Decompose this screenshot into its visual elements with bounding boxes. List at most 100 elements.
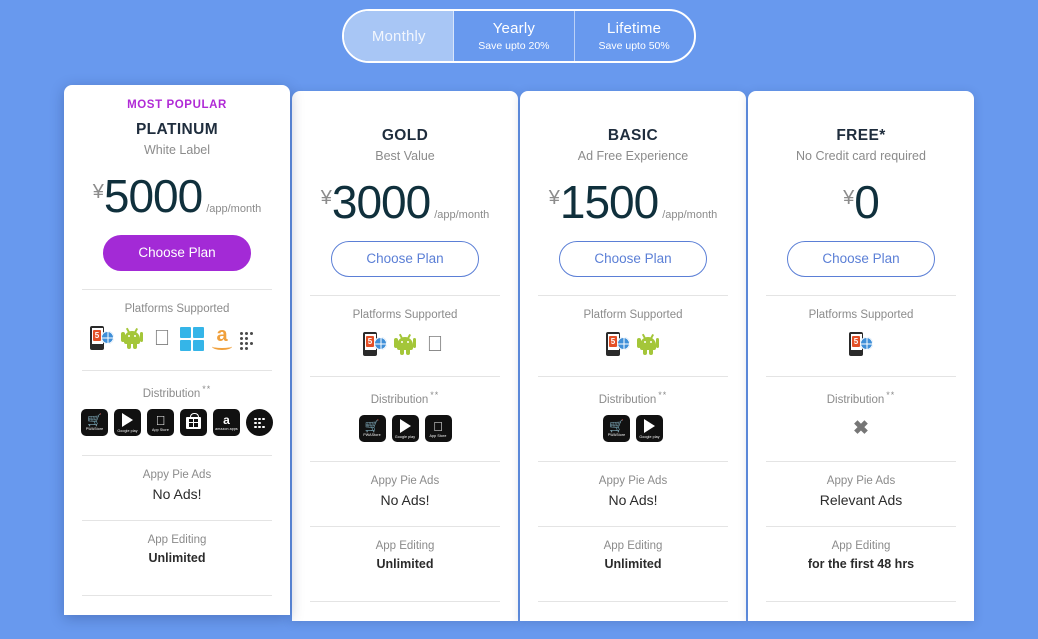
appy-pie-ads-label: Appy Pie Ads — [826, 474, 896, 487]
divider — [766, 460, 956, 462]
currency-symbol: ¥ — [843, 187, 855, 209]
app-store-badge: App Store — [147, 409, 174, 437]
distribution-icon-row: 🛒PWAStoreGoogle playApp Store aamazon ap… — [80, 409, 274, 437]
divider — [310, 295, 500, 296]
price-amount: 1500 — [559, 176, 659, 228]
billing-option-yearly[interactable]: Yearly Save upto 20% — [454, 11, 575, 61]
no-distribution-cross-icon: ✖ — [853, 417, 869, 439]
price-row: ¥0 — [764, 175, 958, 229]
price-period: /app/month — [662, 209, 718, 221]
currency-symbol: ¥ — [548, 187, 560, 209]
divider — [82, 454, 272, 456]
google-play-badge: Google play — [391, 415, 419, 443]
billing-option-label: Yearly — [492, 20, 536, 37]
distribution-icon-row: ✖ — [764, 415, 958, 443]
billing-option-monthly[interactable]: Monthly — [344, 11, 455, 61]
web-html5-icon: 5 — [606, 331, 630, 357]
plan-name: GOLD — [381, 127, 429, 144]
app-editing-value: Unlimited — [148, 550, 206, 565]
price-row: ¥1500/app/month — [536, 175, 730, 229]
divider — [766, 376, 956, 377]
pricing-card-basic: BASIC Ad Free Experience ¥1500/app/month Ch… — [520, 91, 746, 621]
choose-plan-button[interactable]: Choose Plan — [787, 241, 935, 277]
price-row: ¥5000/app/month — [80, 169, 274, 223]
windows-icon — [180, 325, 204, 351]
blackberry-world-badge — [246, 409, 273, 437]
distribution-label: Distribution ** — [308, 390, 502, 406]
price-period: /app/month — [206, 203, 262, 215]
divider — [766, 295, 956, 296]
distribution-footnote-stars: ** — [658, 390, 668, 400]
divider — [310, 525, 500, 527]
divider — [538, 376, 728, 377]
pwastore-badge: 🛒 PWAStore — [81, 409, 108, 437]
blackberry-icon — [240, 325, 264, 351]
app-editing-value: Unlimited — [376, 556, 434, 571]
app-store-badge: App Store — [424, 415, 452, 443]
amazon-icon: a — [210, 325, 234, 351]
choose-plan-button[interactable]: Choose Plan — [103, 235, 251, 271]
plan-name: PLATINUM — [135, 121, 219, 138]
plan-tagline: Ad Free Experience — [577, 149, 689, 163]
distribution-label-text: Distribution — [142, 387, 201, 400]
appy-pie-ads-value: No Ads! — [380, 491, 430, 508]
divider — [766, 600, 956, 602]
divider — [82, 370, 272, 371]
app-editing-label: App Editing — [375, 539, 435, 552]
apple-icon:  — [423, 331, 447, 357]
plan-tagline: No Credit card required — [796, 149, 926, 163]
android-icon — [393, 331, 417, 357]
price-amount: 5000 — [103, 170, 203, 222]
distribution-label: Distribution ** — [764, 390, 958, 406]
plan-name: BASIC — [607, 127, 659, 144]
choose-plan-button[interactable]: Choose Plan — [559, 241, 707, 277]
web-html5-icon: 5 — [849, 331, 873, 357]
amazon-appstore-badge: a amazon apps — [213, 409, 240, 437]
divider — [538, 460, 728, 462]
currency-symbol: ¥ — [92, 181, 104, 203]
distribution-label: Distribution ** — [536, 390, 730, 406]
platforms-icon-row: 5 — [308, 330, 502, 358]
app-editing-value: Unlimited — [604, 556, 662, 571]
app-editing-value: for the first 48 hrs — [807, 556, 915, 571]
pricing-cards-container: MOST POPULAR PLATINUM White Label ¥5000/app… — [0, 85, 1038, 621]
pwastore-badge: 🛒 PWAStore — [358, 415, 386, 443]
billing-option-lifetime[interactable]: Lifetime Save upto 50% — [575, 11, 694, 61]
appy-pie-ads-value: Relevant Ads — [819, 491, 903, 508]
pricing-card-platinum: MOST POPULAR PLATINUM White Label ¥5000/app… — [64, 85, 290, 615]
divider — [82, 594, 272, 596]
divider — [310, 600, 500, 602]
plan-name: FREE* — [836, 127, 886, 144]
price-amount: 0 — [854, 176, 880, 228]
divider — [82, 519, 272, 521]
divider — [82, 289, 272, 290]
plan-tagline: White Label — [143, 143, 210, 157]
app-editing-label: App Editing — [831, 539, 891, 552]
appy-pie-ads-label: Appy Pie Ads — [370, 474, 440, 487]
distribution-footnote-stars: ** — [886, 390, 896, 400]
google-play-badge: Google play — [114, 409, 141, 437]
apple-icon:  — [150, 325, 174, 351]
price-period: /app/month — [434, 209, 490, 221]
most-popular-badge — [536, 105, 730, 119]
web-html5-icon: 5 — [90, 325, 114, 351]
appy-pie-ads-label: Appy Pie Ads — [598, 474, 668, 487]
platforms-supported-label: Platform Supported — [583, 309, 683, 321]
windows-store-badge — [180, 409, 207, 437]
platforms-icon-row: 5 — [536, 330, 730, 358]
pwastore-badge: 🛒 PWAStore — [603, 415, 630, 443]
distribution-label: Distribution ** — [80, 384, 274, 400]
distribution-icon-row: 🛒 PWAStore Google play — [536, 415, 730, 443]
billing-period-toggle[interactable]: Monthly Yearly Save upto 20% Lifetime Save u… — [342, 9, 696, 63]
choose-plan-button[interactable]: Choose Plan — [331, 241, 479, 277]
billing-toggle-wrap: Monthly Yearly Save upto 20% Lifetime Save u… — [0, 0, 1038, 63]
appy-pie-ads-value: No Ads! — [608, 491, 658, 508]
billing-option-label: Lifetime — [607, 20, 662, 37]
distribution-footnote-stars: ** — [202, 384, 212, 394]
web-html5-icon: 5 — [363, 331, 387, 357]
android-icon — [636, 331, 660, 357]
billing-option-label: Monthly — [371, 27, 426, 45]
appy-pie-ads-label: Appy Pie Ads — [142, 468, 212, 481]
distribution-label-text: Distribution — [370, 393, 429, 406]
divider — [766, 525, 956, 527]
